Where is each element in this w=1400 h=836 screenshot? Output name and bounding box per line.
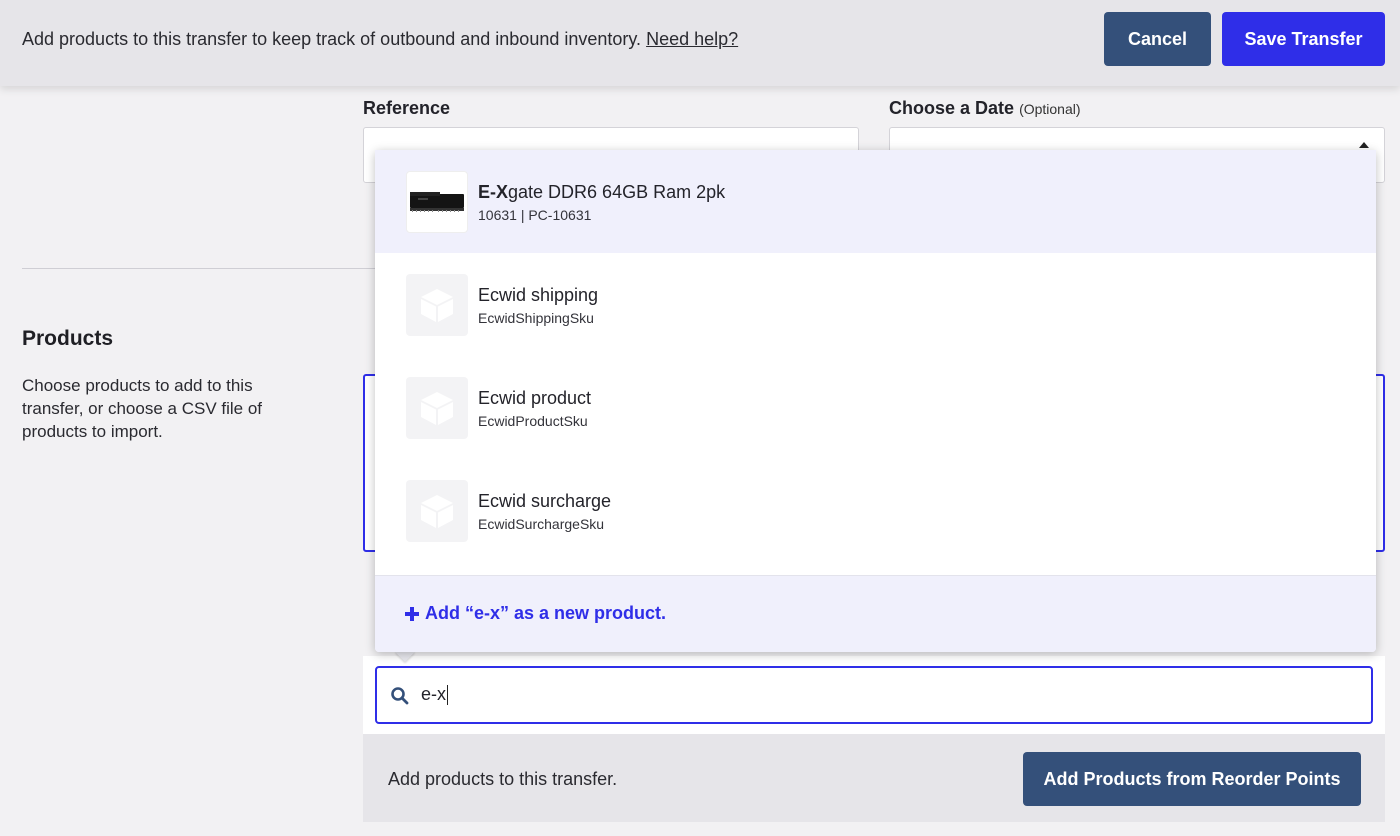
box-icon [421, 495, 453, 528]
text-cursor [447, 685, 449, 706]
search-query: e-x [421, 684, 447, 704]
date-label-text: Choose a Date [889, 98, 1015, 118]
box-icon [421, 392, 453, 425]
add-new-product-row[interactable]: Add “e-x” as a new product. [375, 575, 1376, 652]
product-search-dropdown: E-Xgate DDR6 64GB Ram 2pk 10631 | PC-106… [375, 150, 1376, 652]
date-label: Choose a Date (Optional) [889, 98, 1081, 119]
need-help-link[interactable]: Need help? [646, 29, 738, 49]
box-icon [421, 289, 453, 322]
product-thumbnail [406, 171, 468, 233]
search-value: e-x [421, 684, 449, 706]
add-products-hint: Add products to this transfer. [388, 769, 618, 789]
product-name: Ecwid shipping [478, 285, 599, 305]
caret-up-icon [1359, 142, 1369, 148]
add-new-product-label: Add “e-x” as a new product. [425, 603, 667, 623]
ram-stick-image [410, 192, 464, 212]
products-footer: Add products to this transfer. Add Produ… [363, 734, 1385, 822]
cancel-button[interactable]: Cancel [1104, 12, 1211, 66]
banner-message: Add products to this transfer to keep tr… [22, 29, 738, 50]
product-thumbnail [406, 480, 468, 542]
section-divider [22, 268, 382, 269]
top-banner: Add products to this transfer to keep tr… [0, 0, 1400, 86]
save-transfer-button[interactable]: Save Transfer [1222, 12, 1385, 66]
date-optional-text: (Optional) [1019, 101, 1081, 117]
product-search-input[interactable]: e-x [375, 666, 1373, 724]
plus-icon [405, 606, 419, 621]
product-name: Ecwid surcharge [478, 491, 612, 511]
products-description: Choose products to add to this transfer,… [22, 376, 263, 441]
dropdown-item[interactable]: Ecwid shipping EcwidShippingSku [375, 253, 1376, 356]
product-name-rest: gate DDR6 64GB Ram 2pk [508, 182, 726, 202]
search-icon [391, 687, 409, 705]
dropdown-item[interactable]: Ecwid product EcwidProductSku [375, 356, 1376, 459]
product-sku: EcwidSurchargeSku [478, 516, 605, 532]
product-name: E-Xgate DDR6 64GB Ram 2pk [478, 182, 725, 203]
dropdown-item[interactable]: E-Xgate DDR6 64GB Ram 2pk 10631 | PC-106… [375, 150, 1376, 253]
reference-label: Reference [363, 98, 451, 118]
add-new-product-link[interactable]: Add “e-x” as a new product. [405, 603, 666, 624]
product-sku: 10631 | PC-10631 [478, 207, 592, 223]
banner-text: Add products to this transfer to keep tr… [22, 29, 642, 49]
product-sku: EcwidShippingSku [478, 310, 594, 326]
add-from-reorder-points-button[interactable]: Add Products from Reorder Points [1023, 752, 1361, 806]
product-thumbnail [406, 377, 468, 439]
product-sku: EcwidProductSku [478, 413, 588, 429]
dropdown-item[interactable]: Ecwid surcharge EcwidSurchargeSku [375, 459, 1376, 562]
match-highlight: E-X [478, 182, 509, 202]
product-thumbnail [406, 274, 468, 336]
product-name: Ecwid product [478, 388, 592, 408]
search-area: e-x [363, 656, 1385, 734]
products-title: Products [22, 327, 114, 350]
